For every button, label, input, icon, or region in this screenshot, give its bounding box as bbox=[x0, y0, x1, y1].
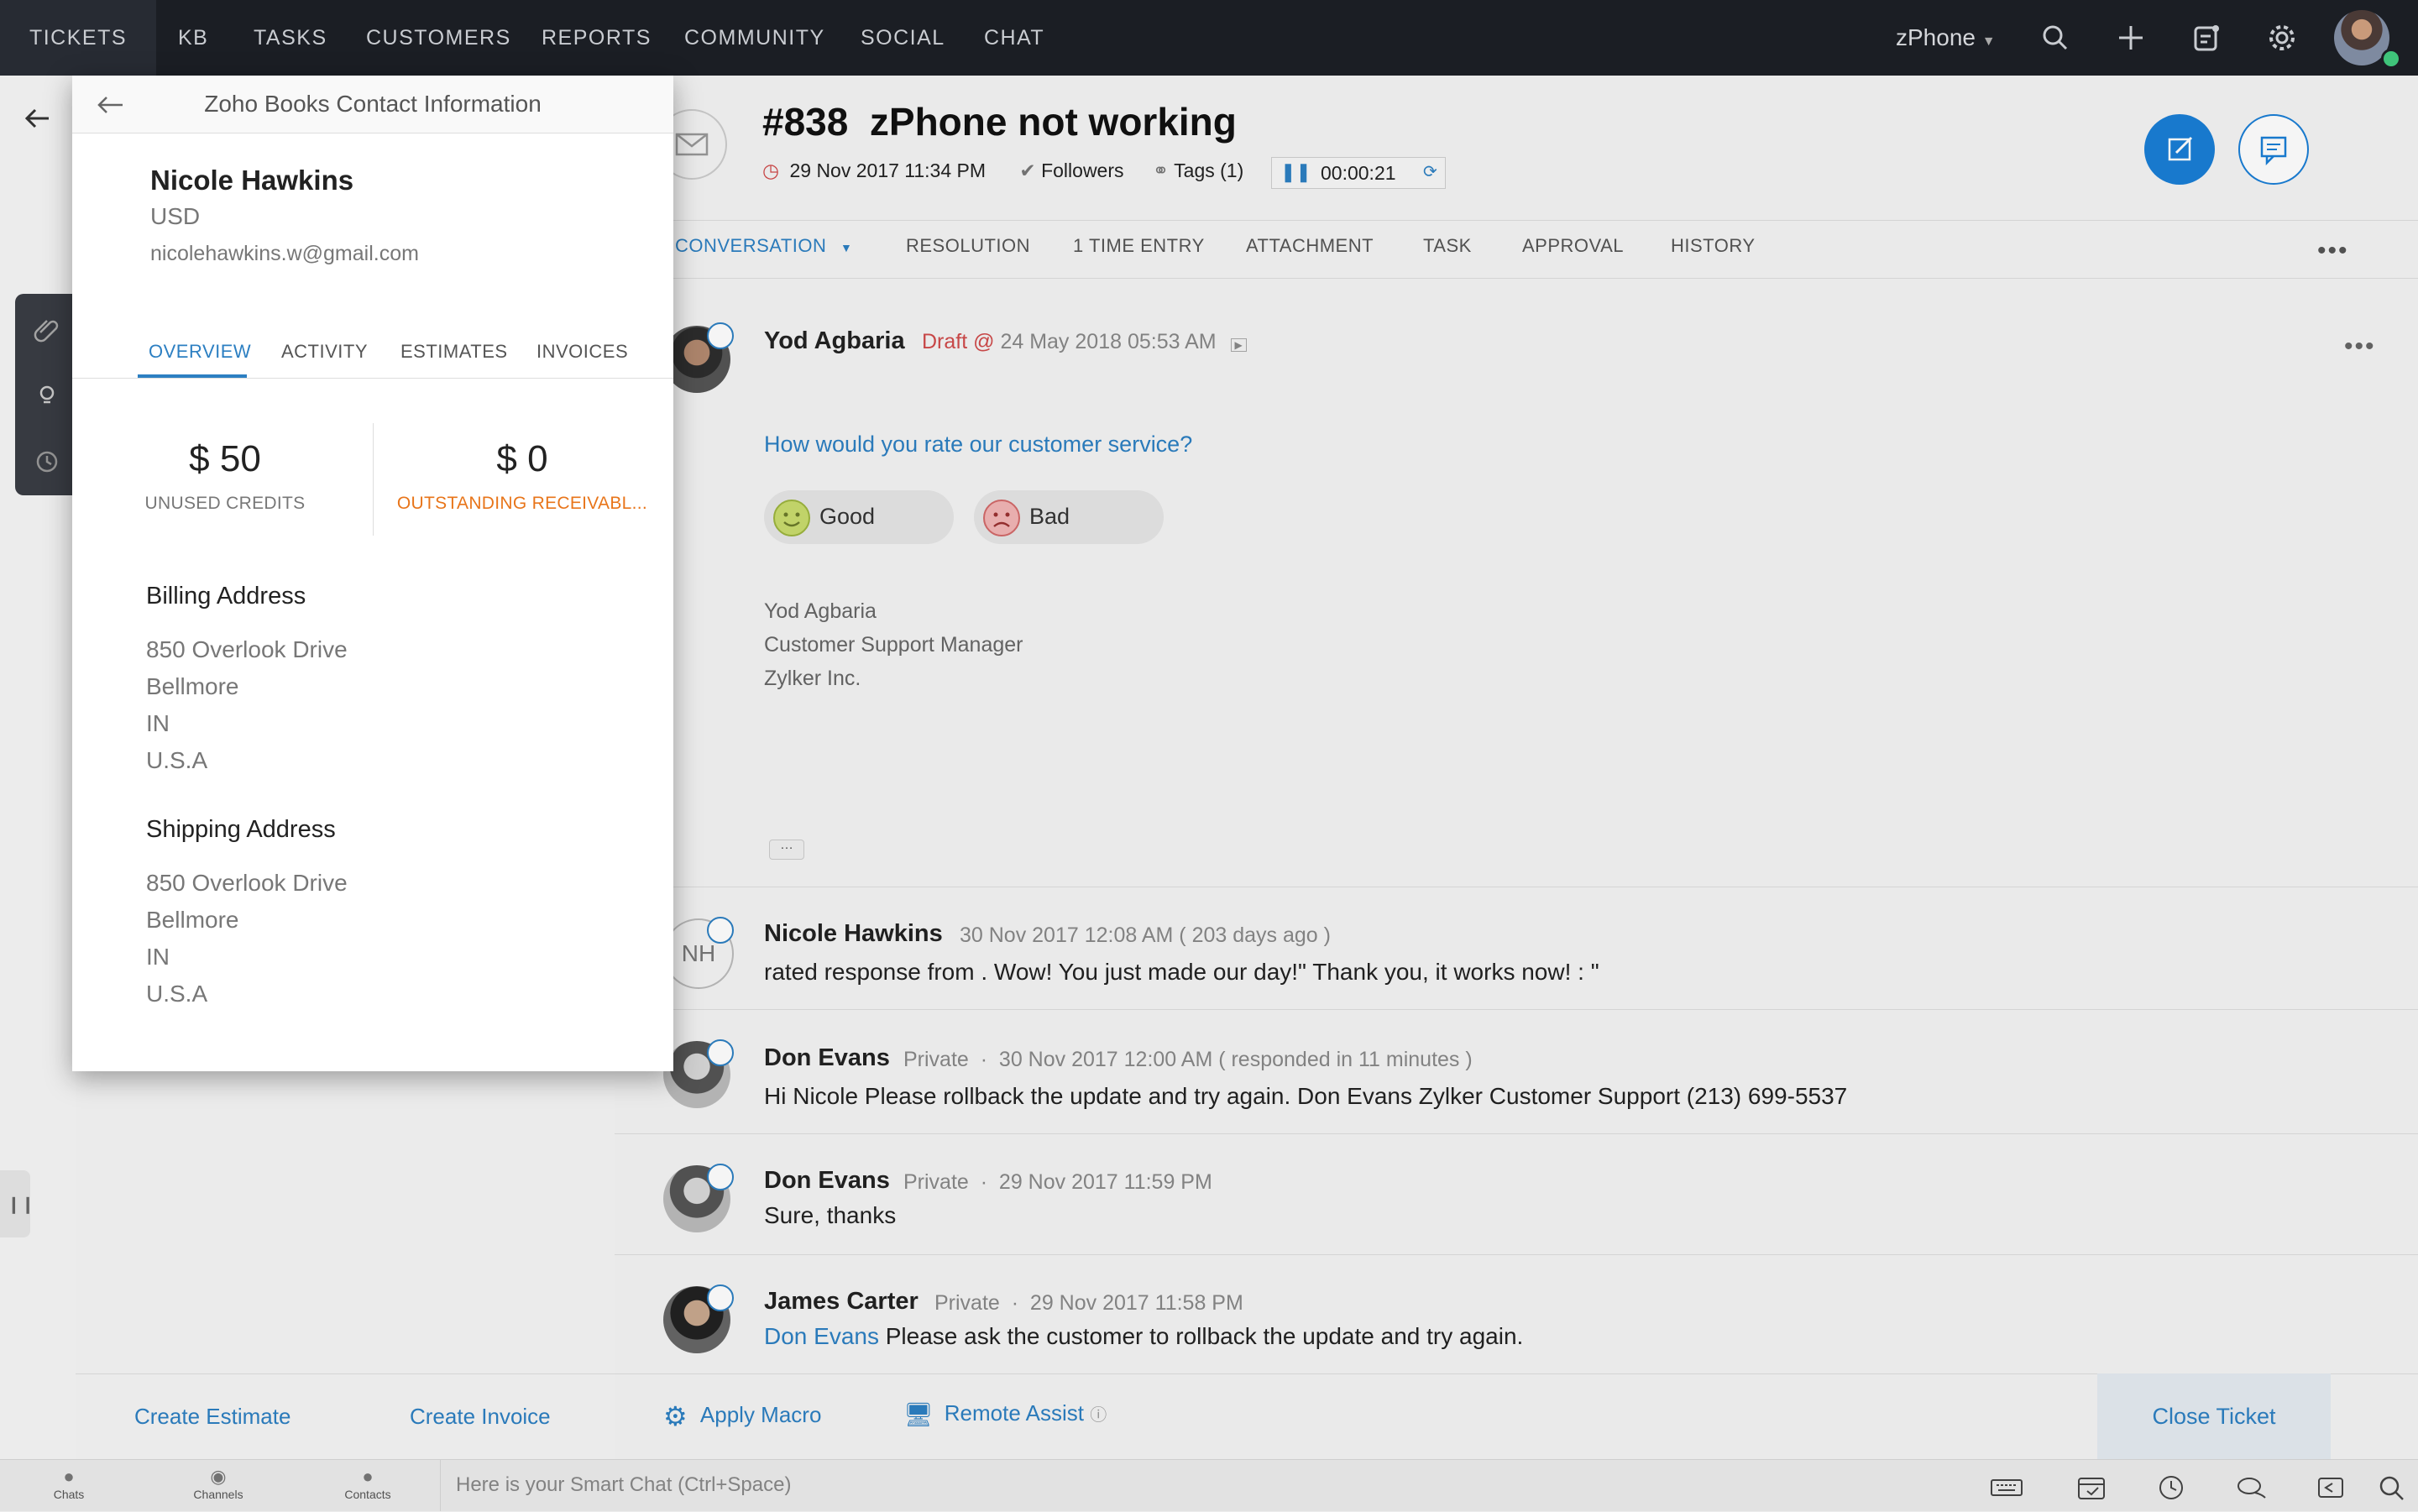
chevron-down-icon: ▼ bbox=[1981, 34, 1996, 49]
nav-chat[interactable]: CHAT bbox=[984, 0, 1044, 76]
modal-title: Zoho Books Contact Information bbox=[204, 91, 542, 117]
outstanding-amount: $ 0 bbox=[496, 438, 548, 479]
tab-activity[interactable]: ACTIVITY bbox=[281, 341, 368, 363]
billing-city: Bellmore bbox=[146, 673, 239, 699]
billing-country: U.S.A bbox=[146, 747, 208, 773]
contact-currency: USD bbox=[150, 203, 201, 229]
top-navigation: TICKETS KB TASKS CUSTOMERS REPORTS COMMU… bbox=[0, 0, 2418, 76]
billing-address-heading: Billing Address bbox=[146, 583, 306, 610]
contact-name: Nicole Hawkins bbox=[150, 165, 354, 196]
billing-street: 850 Overlook Drive bbox=[146, 636, 348, 662]
unused-credits-label: UNUSED CREDITS bbox=[144, 494, 306, 513]
amount-divider bbox=[373, 423, 374, 536]
outstanding-label: OUTSTANDING RECEIVABL... bbox=[396, 494, 648, 513]
nav-customers[interactable]: CUSTOMERS bbox=[366, 0, 511, 76]
billing-state: IN bbox=[146, 710, 170, 736]
shipping-state: IN bbox=[146, 944, 170, 970]
nav-tasks[interactable]: TASKS bbox=[254, 0, 327, 76]
modal-header: Zoho Books Contact Information bbox=[72, 76, 673, 133]
gear-icon[interactable] bbox=[2265, 21, 2299, 55]
nav-social[interactable]: SOCIAL bbox=[861, 0, 945, 76]
nav-kb[interactable]: KB bbox=[178, 0, 208, 76]
contact-email: nicolehawkins.w@gmail.com bbox=[150, 242, 419, 265]
shipping-city: Bellmore bbox=[146, 907, 239, 933]
activity-icon[interactable] bbox=[2190, 21, 2223, 55]
department-switcher[interactable]: zPhone ▼ bbox=[1896, 0, 1996, 80]
shipping-country: U.S.A bbox=[146, 981, 208, 1007]
online-status-indicator bbox=[2381, 49, 2401, 69]
zoho-books-contact-modal: Zoho Books Contact Information Nicole Ha… bbox=[72, 76, 673, 1071]
tab-estimates[interactable]: ESTIMATES bbox=[400, 341, 508, 363]
tab-invoices[interactable]: INVOICES bbox=[536, 341, 628, 363]
unused-credits-amount: $ 50 bbox=[189, 438, 261, 479]
plus-icon[interactable] bbox=[2114, 21, 2148, 55]
nav-community[interactable]: COMMUNITY bbox=[684, 0, 825, 76]
tab-divider bbox=[72, 378, 673, 379]
search-icon[interactable] bbox=[2039, 21, 2072, 55]
shipping-address-heading: Shipping Address bbox=[146, 816, 336, 843]
nav-reports[interactable]: REPORTS bbox=[542, 0, 652, 76]
department-name: zPhone bbox=[1896, 24, 1976, 50]
nav-tickets[interactable]: TICKETS bbox=[0, 0, 156, 76]
shipping-street: 850 Overlook Drive bbox=[146, 870, 348, 896]
tab-overview[interactable]: OVERVIEW bbox=[149, 341, 251, 363]
